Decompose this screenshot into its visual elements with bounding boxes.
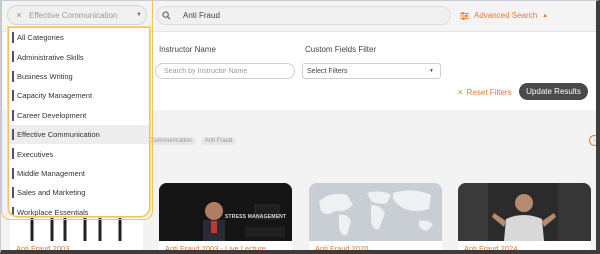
reset-filters-button[interactable]: × Reset Filters (458, 88, 512, 97)
dropdown-item-sales-and-marketing[interactable]: Sales and Marketing (9, 183, 149, 202)
dropdown-item-executives[interactable]: Executives (9, 144, 149, 163)
tag-chip[interactable]: Communication (146, 137, 196, 145)
search-value: Anti Fraud (183, 11, 220, 20)
close-icon: × (458, 88, 463, 97)
advanced-search-label: Advanced Search (474, 11, 538, 20)
course-thumbnail (309, 183, 442, 241)
clear-icon[interactable]: × (12, 10, 26, 20)
search-icon (162, 11, 171, 20)
dropdown-item-all-categories[interactable]: All Categories (9, 28, 149, 47)
dropdown-item-career-development[interactable]: Career Development (9, 106, 149, 125)
dropdown-item-capacity-management[interactable]: Capacity Management (9, 86, 149, 105)
search-input[interactable]: Anti Fraud (156, 6, 451, 25)
dropdown-item-workplace-essentials[interactable]: Workplace Essentials (9, 203, 149, 216)
active-tags: Communication Anti Fraud (146, 137, 237, 145)
advanced-search-toggle[interactable]: Advanced Search ▲ (460, 11, 548, 20)
category-dropdown-menu: All Categories Administrative Skills Bus… (8, 27, 150, 217)
instructor-placeholder: Search by Instructor Name (164, 67, 248, 75)
chevron-up-icon: ▲ (542, 12, 549, 19)
thumbnail-caption: STRESS MANAGEMENT (225, 214, 287, 220)
course-card[interactable]: Anti Fraud 2020 (309, 183, 442, 254)
dropdown-item-middle-management[interactable]: Middle Management (9, 164, 149, 183)
dropdown-item-business-writing[interactable]: Business Writing (9, 67, 149, 86)
course-card[interactable]: Anti Fraud 2024 (458, 183, 591, 254)
course-title[interactable]: Anti Fraud 2003 - Live Lecture (165, 244, 266, 253)
course-title[interactable]: Anti Fraud 2024 (464, 244, 517, 253)
dropdown-item-administrative-skills[interactable]: Administrative Skills (9, 47, 149, 66)
chevron-down-icon[interactable]: ▼ (132, 12, 146, 18)
custom-fields-value: Select Filters (307, 67, 348, 75)
next-arrow-icon[interactable]: › (589, 135, 600, 146)
update-results-button[interactable]: Update Results (519, 83, 588, 100)
custom-fields-label: Custom Fields Filter (305, 45, 377, 54)
category-select[interactable]: × Effective Communication ▼ (7, 5, 147, 25)
instructor-label: Instructor Name (159, 45, 216, 54)
course-thumbnail (458, 183, 591, 241)
dropdown-item-effective-communication[interactable]: Effective Communication (9, 124, 149, 145)
chevron-down-icon: ▼ (429, 68, 434, 74)
course-title[interactable]: Anti Fraud 2020 (315, 244, 368, 253)
reset-filters-label: Reset Filters (466, 88, 512, 97)
instructor-input[interactable]: Search by Instructor Name (155, 63, 295, 79)
sliders-icon (460, 11, 469, 20)
tag-chip[interactable]: Anti Fraud (200, 137, 237, 145)
custom-fields-select[interactable]: Select Filters ▼ (302, 63, 441, 79)
course-title[interactable]: Anti Fraud 2003 (16, 244, 69, 253)
category-select-value: Effective Communication (29, 10, 118, 20)
course-card[interactable]: STRESS MANAGEMENT Anti Fraud 2003 - Live… (159, 183, 292, 254)
course-thumbnail: STRESS MANAGEMENT (159, 183, 292, 241)
